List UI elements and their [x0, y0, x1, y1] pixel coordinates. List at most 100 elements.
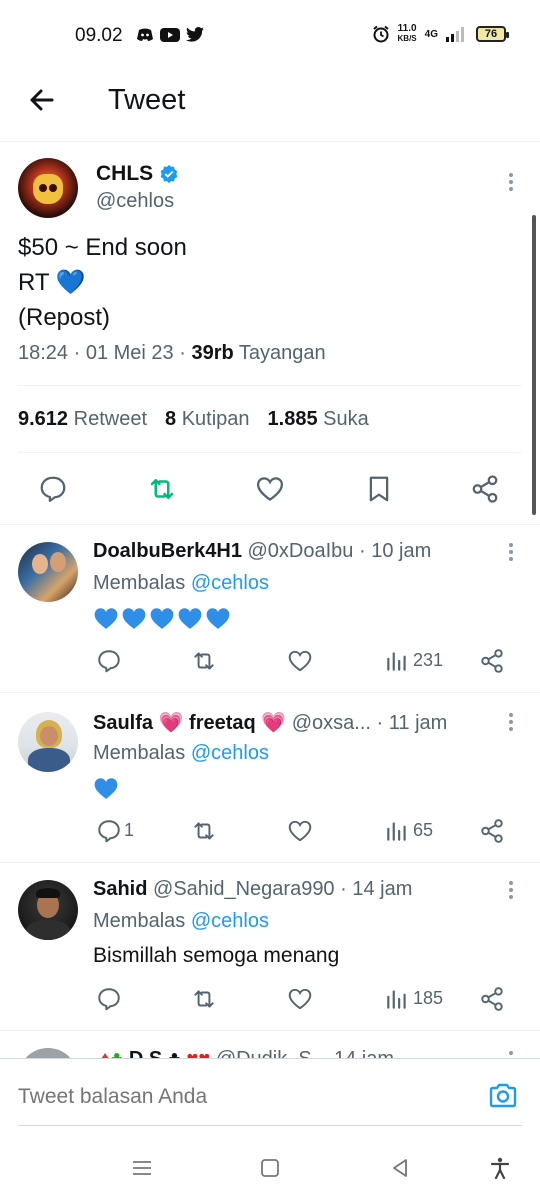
speed-value: 11.0 — [397, 23, 417, 34]
tweet-time: 18:24 — [18, 342, 69, 364]
views-icon[interactable] — [384, 818, 410, 844]
reply-actions: 185 — [0, 986, 540, 1016]
system-nav-bar — [0, 1140, 540, 1200]
views-count: 39rb — [191, 342, 234, 364]
share-icon[interactable] — [479, 648, 505, 674]
recent-apps-icon[interactable] — [130, 1156, 154, 1180]
blue-heart-emoji — [206, 608, 230, 629]
quote-count: 8 — [165, 408, 177, 430]
views-icon[interactable] — [384, 648, 410, 674]
avatar[interactable] — [18, 880, 78, 940]
views-label[interactable]: Tayangan — [239, 342, 326, 364]
retweet-icon[interactable] — [147, 474, 177, 504]
separator — [0, 692, 540, 693]
avatar-hair — [36, 888, 60, 898]
reply-item[interactable]: DoalbuBerk4H1 @0xDoaIbu · 10 jam Membala… — [0, 524, 540, 694]
avatar[interactable] — [18, 158, 78, 218]
blue-heart-emoji — [150, 608, 174, 629]
share-icon[interactable] — [479, 986, 505, 1012]
author-handle[interactable]: @cehlos — [96, 190, 174, 213]
views-icon[interactable] — [384, 986, 410, 1012]
reply-count: 1 — [124, 820, 135, 840]
reply-icon[interactable] — [96, 986, 122, 1012]
tweet-text: $50 ~ End soon RT 💙 (Repost) — [18, 230, 187, 335]
more-options-icon[interactable] — [508, 172, 514, 192]
more-options-icon[interactable] — [508, 542, 514, 562]
more-options-icon[interactable] — [508, 712, 514, 732]
avatar[interactable] — [18, 712, 78, 772]
reply-body: Bismillah semoga menang — [93, 944, 340, 967]
signal-icon — [446, 27, 464, 42]
reply-item[interactable]: Saulfa 💗 freetaq 💗 @oxsa... · 11 jam Mem… — [0, 694, 540, 864]
like-icon[interactable] — [287, 986, 313, 1012]
replying-prefix: Membalas — [93, 910, 186, 932]
replying-to: Membalas @cehlos — [93, 742, 269, 765]
page-header: Tweet — [0, 70, 540, 142]
replying-to: Membalas @cehlos — [93, 910, 269, 933]
avatar-face-left — [32, 554, 48, 574]
bookmark-icon[interactable] — [364, 474, 394, 504]
back-nav-icon[interactable] — [388, 1156, 412, 1180]
avatar[interactable] — [18, 542, 78, 602]
status-time: 09.02 — [75, 25, 123, 46]
like-icon[interactable] — [255, 474, 285, 504]
like-icon[interactable] — [287, 818, 313, 844]
reply-author-name[interactable]: Saulfa 💗 freetaq 💗 — [93, 712, 286, 734]
reply-author-name[interactable]: D.S — [129, 1048, 162, 1058]
avatar-shoulders — [26, 920, 70, 940]
reply-author-handle[interactable]: @Dudik_S... — [216, 1048, 329, 1058]
share-icon[interactable] — [470, 474, 500, 504]
camera-icon[interactable] — [488, 1081, 518, 1111]
more-options-icon[interactable] — [508, 880, 514, 900]
retweet-icon[interactable] — [191, 986, 217, 1012]
battery-indicator: 76 — [476, 26, 509, 42]
reply-header: Saulfa 💗 freetaq 💗 @oxsa... · 11 jam — [93, 710, 447, 735]
accessibility-icon[interactable] — [488, 1156, 512, 1180]
avatar-face — [40, 726, 58, 746]
reply-item-partial[interactable]: ♦♣ D.S ♣ ♥♥ @Dudik_S... 14 jam — [0, 1032, 540, 1058]
author-name-row[interactable]: CHLS — [96, 162, 179, 186]
retweet-count: 9.612 — [18, 408, 69, 430]
reply-time: 14 jam — [352, 878, 413, 900]
reply-time: 14 jam — [334, 1048, 394, 1058]
reply-author-name[interactable]: DoalbuBerk4H1 — [93, 540, 242, 562]
reply-item[interactable]: Sahid @Sahid_Negara990 · 14 jam Membalas… — [0, 862, 540, 1032]
tweet-meta: 18:24 · 01 Mei 23 · 39rb Tayangan — [18, 342, 326, 364]
quote-stat[interactable]: 8 Kutipan — [165, 408, 250, 431]
back-arrow-icon[interactable] — [26, 84, 58, 116]
like-icon[interactable] — [287, 648, 313, 674]
more-options-icon[interactable] — [508, 1050, 514, 1058]
retweet-stat[interactable]: 9.612 Retweet — [18, 408, 147, 431]
mention-link[interactable]: @cehlos — [191, 910, 269, 932]
like-stat[interactable]: 1.885 Suka — [268, 408, 369, 431]
reply-author-handle[interactable]: @oxsa... — [292, 712, 371, 734]
reply-input[interactable] — [18, 1085, 458, 1109]
reply-author-name[interactable]: Sahid — [93, 878, 147, 900]
avatar[interactable] — [18, 1048, 78, 1058]
reply-author-handle[interactable]: @0xDoaIbu — [248, 540, 354, 562]
mention-link[interactable]: @cehlos — [191, 572, 269, 594]
views-count: 185 — [413, 988, 444, 1008]
avatar-eye-right — [49, 184, 57, 192]
emoji-decoration: ♦ — [100, 1048, 110, 1058]
mention-link[interactable]: @cehlos — [191, 742, 269, 764]
reply-author-handle[interactable]: @Sahid_Negara990 — [153, 878, 335, 900]
retweet-icon[interactable] — [191, 648, 217, 674]
retweet-icon[interactable] — [191, 818, 217, 844]
blue-heart-emoji — [94, 608, 118, 629]
home-icon[interactable] — [258, 1156, 282, 1180]
blue-heart-emoji — [178, 608, 202, 629]
reply-icon[interactable] — [96, 818, 122, 844]
emoji-decoration: ♥♥ — [187, 1048, 211, 1058]
reply-time: 11 jam — [388, 712, 448, 734]
blue-heart-emoji — [94, 778, 118, 799]
retweet-label: Retweet — [73, 408, 147, 430]
reply-header: ♦♣ D.S ♣ ♥♥ @Dudik_S... 14 jam — [100, 1048, 394, 1058]
reply-icon[interactable] — [38, 474, 68, 504]
reply-icon[interactable] — [96, 648, 122, 674]
emoji-decoration: ♣ — [168, 1048, 187, 1058]
emoji-decoration: ♣ — [110, 1048, 123, 1058]
share-icon[interactable] — [479, 818, 505, 844]
replying-to: Membalas @cehlos — [93, 572, 269, 595]
reply-header: Sahid @Sahid_Negara990 · 14 jam — [93, 878, 412, 901]
